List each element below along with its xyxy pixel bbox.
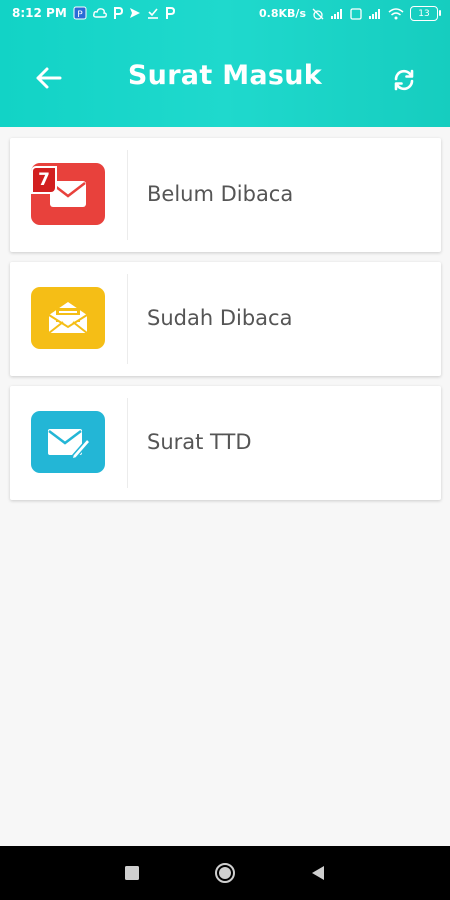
inbox-menu-list: 7 Belum Dibaca Sudah Dibaca Surat TTD bbox=[10, 138, 441, 510]
menu-item-surat-ttd[interactable]: Surat TTD bbox=[10, 386, 441, 500]
app-topbar: 8:12 PM P 0.8KB/s 13 Surat Masuk bbox=[0, 0, 450, 127]
p-notification-icon bbox=[113, 7, 123, 19]
alarm-off-icon bbox=[312, 8, 324, 20]
wifi-icon bbox=[388, 7, 404, 20]
signal-icon bbox=[368, 8, 382, 20]
refresh-button[interactable] bbox=[386, 62, 422, 98]
divider bbox=[127, 398, 128, 488]
circle-icon bbox=[215, 863, 235, 883]
menu-item-label: Sudah Dibaca bbox=[147, 306, 293, 330]
menu-item-label: Surat TTD bbox=[147, 430, 252, 454]
notification-app-icon: P bbox=[73, 6, 87, 20]
refresh-icon bbox=[394, 69, 414, 91]
system-nav-bar bbox=[0, 846, 450, 900]
sim-icon bbox=[350, 7, 362, 20]
battery-level: 13 bbox=[418, 8, 430, 19]
net-speed: 0.8KB/s bbox=[259, 7, 306, 20]
recent-apps-button[interactable] bbox=[119, 860, 145, 886]
battery-icon: 13 bbox=[410, 6, 441, 21]
download-done-icon bbox=[147, 7, 159, 19]
unread-count-badge: 7 bbox=[31, 166, 57, 194]
menu-item-label: Belum Dibaca bbox=[147, 182, 294, 206]
app-header: Surat Masuk bbox=[0, 30, 450, 127]
divider bbox=[127, 150, 128, 240]
signal-icon bbox=[330, 8, 344, 20]
menu-item-sudah-dibaca[interactable]: Sudah Dibaca bbox=[10, 262, 441, 376]
send-icon bbox=[129, 7, 141, 19]
svg-text:P: P bbox=[77, 10, 83, 20]
status-bar: 8:12 PM P 0.8KB/s 13 bbox=[0, 0, 450, 30]
page-title: Surat Masuk bbox=[127, 60, 323, 91]
divider bbox=[127, 274, 128, 364]
cloud-icon bbox=[92, 7, 107, 19]
square-icon bbox=[125, 866, 139, 880]
p-notification-icon bbox=[165, 7, 175, 19]
envelope-open-icon bbox=[31, 287, 105, 349]
envelope-sign-icon bbox=[31, 411, 105, 473]
triangle-back-icon bbox=[312, 866, 324, 880]
status-time: 8:12 PM bbox=[12, 6, 67, 20]
menu-item-belum-dibaca[interactable]: 7 Belum Dibaca bbox=[10, 138, 441, 252]
home-button[interactable] bbox=[212, 860, 238, 886]
back-nav-button[interactable] bbox=[305, 860, 331, 886]
